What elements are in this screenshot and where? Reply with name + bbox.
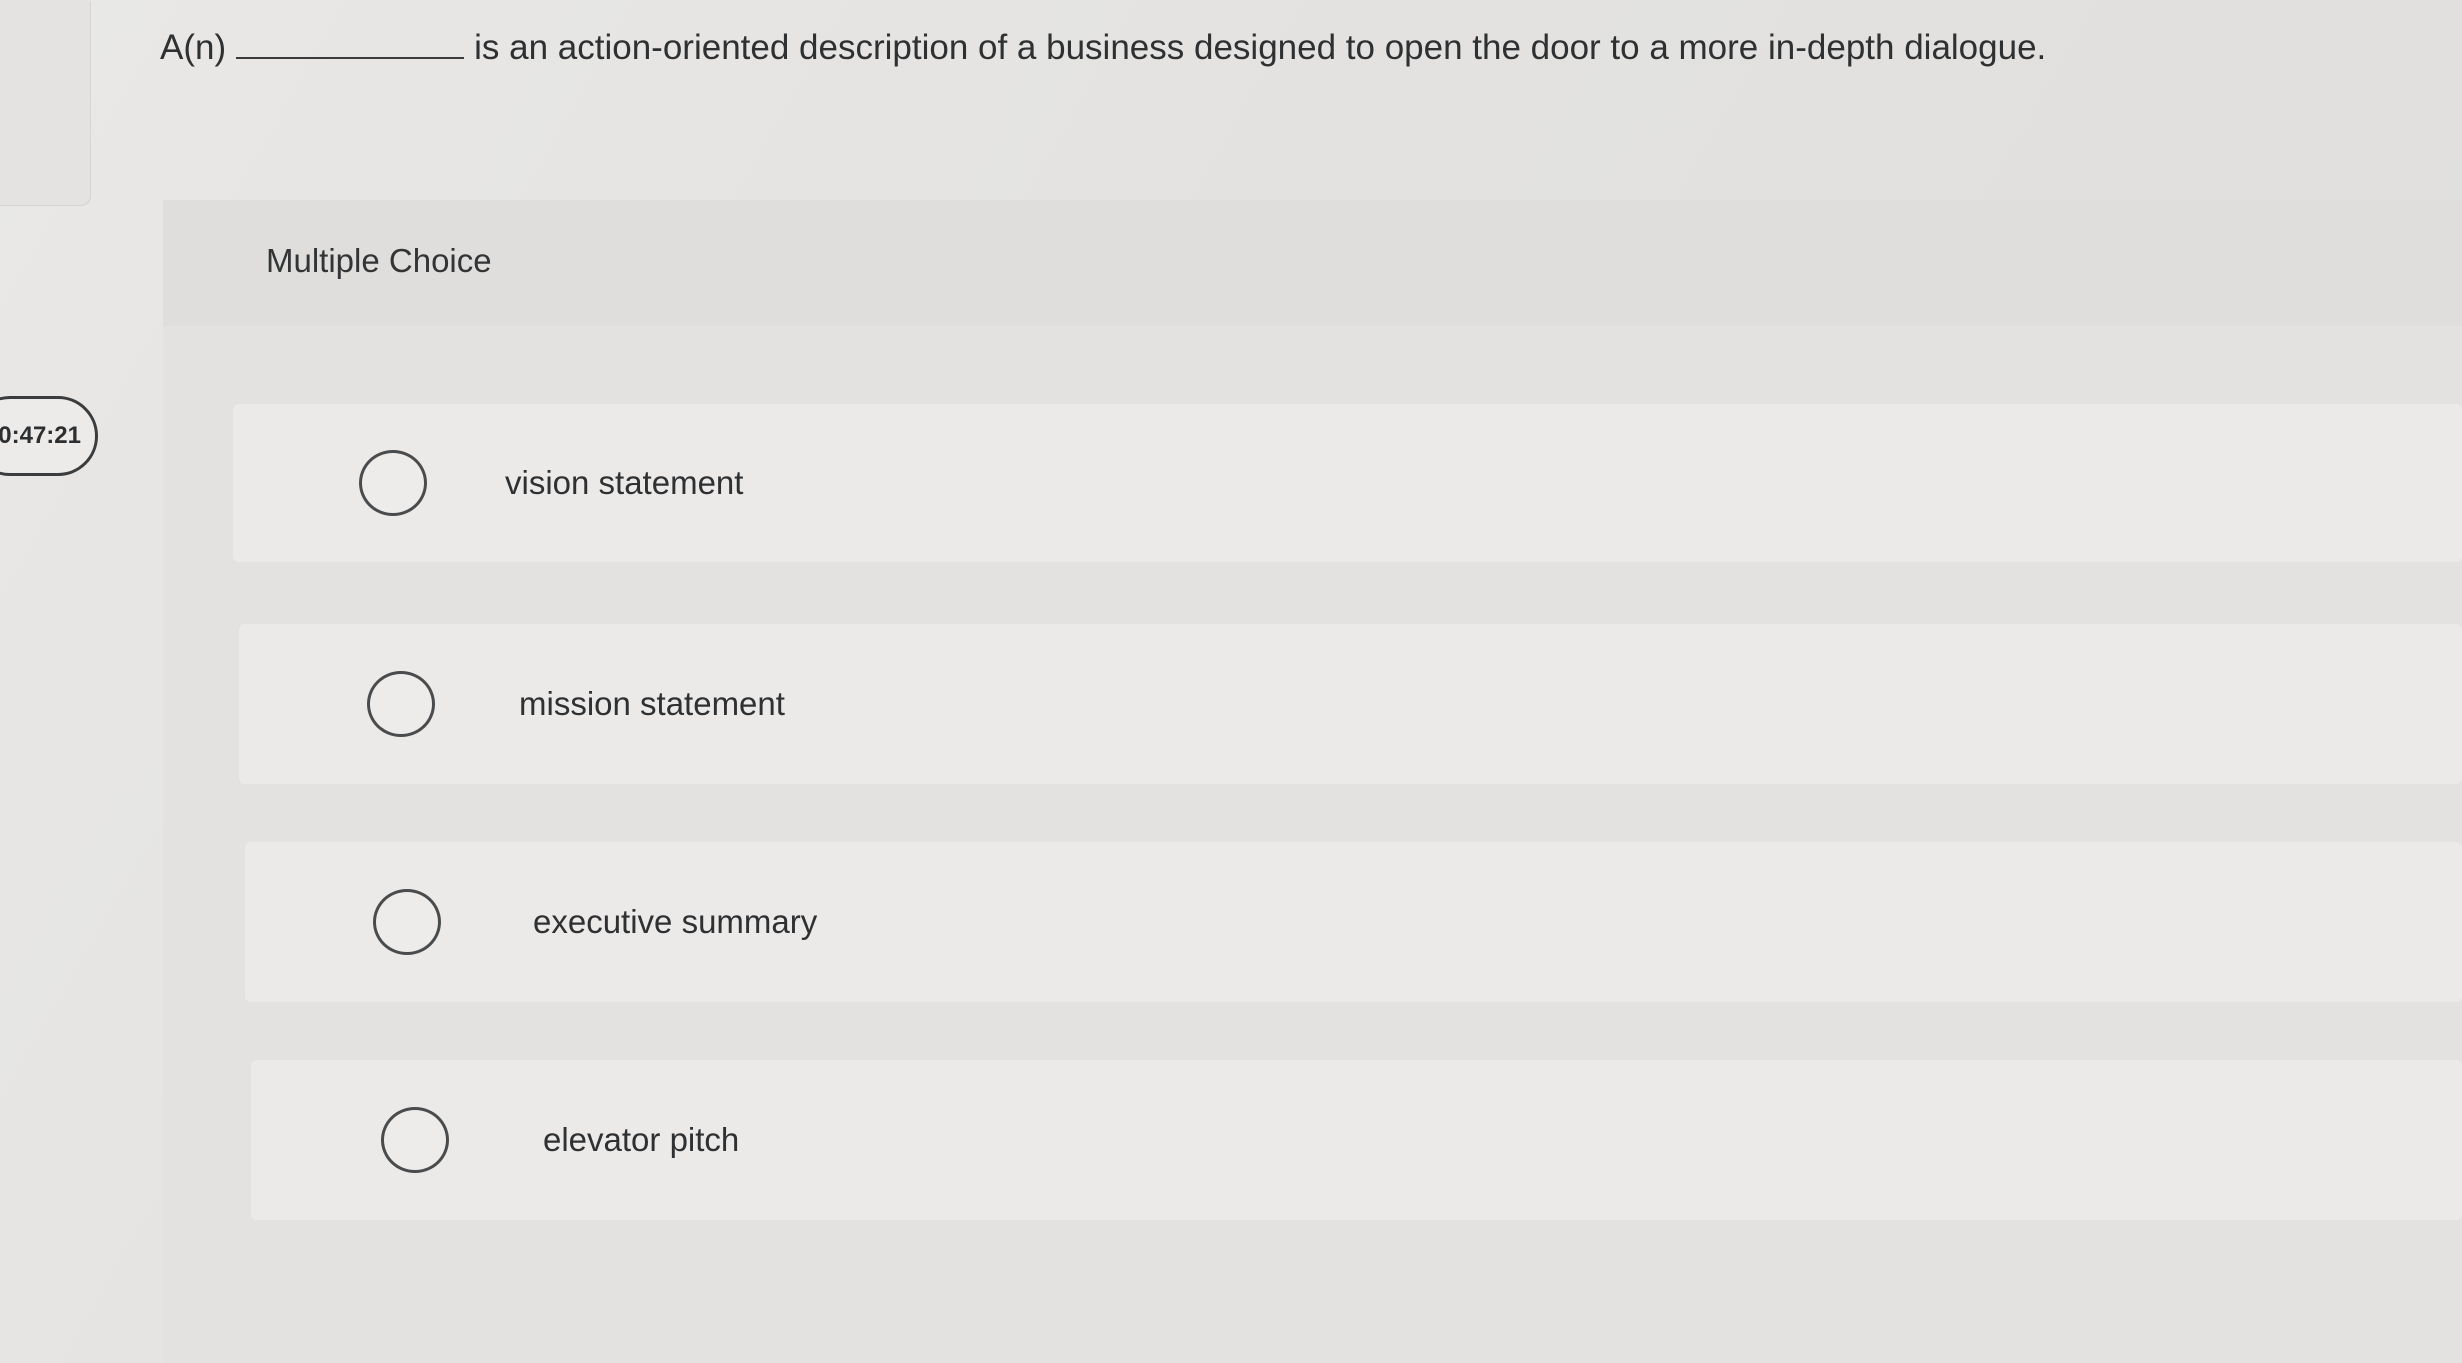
timer-badge: 0:47:21	[0, 396, 98, 476]
radio-button[interactable]	[381, 1107, 449, 1173]
radio-button[interactable]	[373, 889, 441, 955]
radio-button[interactable]	[367, 671, 435, 737]
panel-header: Multiple Choice	[163, 200, 2462, 326]
panel-title: Multiple Choice	[266, 242, 492, 279]
option-label: executive summary	[533, 903, 818, 940]
option-vision-statement[interactable]: vision statement	[233, 404, 2462, 562]
option-elevator-pitch[interactable]: elevator pitch	[251, 1060, 2462, 1220]
option-mission-statement[interactable]: mission statement	[239, 624, 2462, 784]
option-label: elevator pitch	[543, 1121, 740, 1158]
radio-button[interactable]	[359, 450, 427, 516]
answer-blank	[236, 31, 465, 59]
option-label: mission statement	[519, 685, 785, 722]
quiz-page: 6 0:47:21 A(n) is an action-oriented des…	[0, 0, 2462, 1363]
multiple-choice-panel: Multiple Choice vision statement mission…	[163, 200, 2462, 1363]
option-label: vision statement	[505, 464, 744, 501]
question-suffix: is an action-oriented description of a b…	[474, 28, 2047, 67]
question-text: A(n) is an action-oriented description o…	[160, 28, 2046, 68]
question-number-box: 6	[0, 0, 90, 205]
option-executive-summary[interactable]: executive summary	[245, 842, 2462, 1002]
question-prefix: A(n)	[160, 28, 227, 67]
